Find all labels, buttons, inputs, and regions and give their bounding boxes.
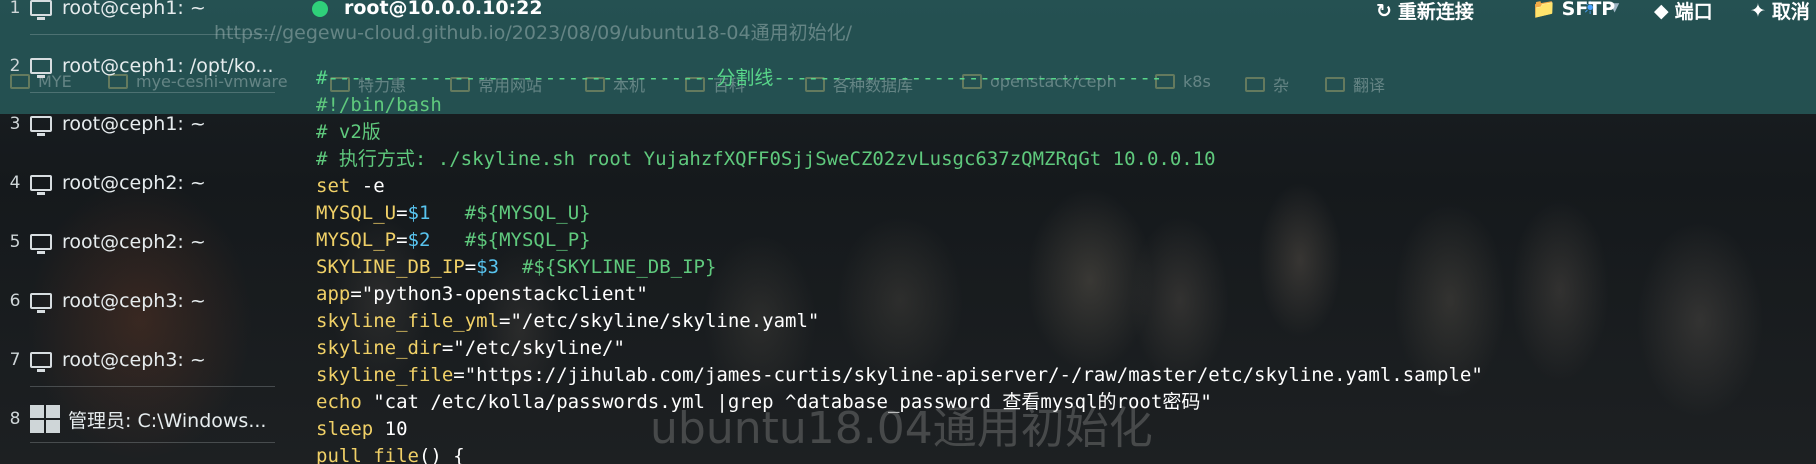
code-token: #${MYSQL_P} [464, 229, 591, 251]
browser-url: https://gegewu-cloud.github.io/2023/08/0… [214, 22, 853, 44]
terminal-line: MYSQL_U=$1 #${MYSQL_U} [316, 200, 1806, 227]
code-token: = [396, 202, 408, 224]
page-title-watermark: ubuntu18.04通用初始化 [650, 403, 1153, 454]
code-token: $2 [407, 229, 431, 251]
reconnect-button[interactable]: ↻ 重新连接 [1376, 0, 1474, 24]
refresh-icon: ↻ [1376, 0, 1392, 22]
code-token: 10 [373, 418, 408, 440]
code-token: $3 [476, 256, 500, 278]
cancel-button[interactable]: ✦ 取消 [1750, 0, 1810, 24]
session-title: root@10.0.0.10:22 [344, 0, 543, 19]
divider [30, 34, 275, 35]
code-token: #!/bin/bash [316, 94, 442, 116]
windows-icon [30, 405, 60, 433]
session-tab[interactable]: 2 root@ceph1: /opt/ko... [0, 46, 292, 86]
port-button[interactable]: ◆ 端口 [1654, 0, 1713, 24]
terminal-line: set -e [316, 173, 1806, 200]
terminal-line: #----------------------------------分割线--… [316, 65, 1806, 92]
monitor-icon [30, 234, 52, 254]
code-token: pull_file [316, 445, 419, 464]
code-token: "/etc/skyline/" [453, 337, 625, 359]
session-tab-list: 1 root@ceph1: ~ 2 root@ceph1: /opt/ko...… [0, 0, 292, 464]
code-token: -e [350, 175, 385, 197]
code-token: sleep [316, 418, 374, 440]
code-token: # 执行方式: ./skyline.sh root YujahzfXQFF0Sj… [316, 148, 1216, 170]
code-token: "python3-openstackclient" [361, 283, 648, 305]
terminal-line: SKYLINE_DB_IP=$3 #${SKYLINE_DB_IP} [316, 254, 1806, 281]
code-token: skyline_file_yml [316, 310, 500, 332]
code-token: echo [316, 391, 362, 413]
terminal-line: # v2版 [316, 119, 1806, 146]
terminal-line: skyline_file="https://jihulab.com/james-… [316, 362, 1806, 389]
pin-icon: ✦ [1750, 0, 1766, 22]
monitor-icon [30, 293, 52, 313]
code-token: app [316, 283, 351, 305]
code-token: = [453, 364, 465, 386]
code-token: = [499, 310, 511, 332]
terminal-line: #!/bin/bash [316, 92, 1806, 119]
session-tab[interactable]: 7 root@ceph3: ~ [0, 340, 292, 380]
session-tab[interactable]: 3 root@ceph1: ~ [0, 104, 292, 144]
session-tab[interactable]: 1 root@ceph1: ~ [0, 0, 292, 28]
session-tab[interactable]: 8 管理员: C:\Windows... [0, 399, 292, 439]
code-token: $1 [407, 202, 431, 224]
monitor-icon [30, 116, 52, 136]
code-token: #----------------------------------分割线--… [316, 67, 1163, 89]
code-token: MYSQL_U [316, 202, 397, 224]
terminal-line: skyline_dir="/etc/skyline/" [316, 335, 1806, 362]
monitor-icon [30, 352, 52, 372]
sftp-button[interactable]: 📁 SFTP [1532, 0, 1615, 20]
monitor-icon [30, 0, 52, 20]
terminal-line: # 执行方式: ./skyline.sh root YujahzfXQFF0Sj… [316, 146, 1806, 173]
code-token: "https://jihulab.com/james-curtis/skylin… [464, 364, 1483, 386]
code-token: = [350, 283, 362, 305]
folder-icon: 📁 [1532, 0, 1556, 20]
divider [30, 442, 275, 443]
code-token: MYSQL_P [316, 229, 397, 251]
divider [30, 386, 275, 387]
session-tab[interactable]: 5 root@ceph2: ~ [0, 222, 292, 262]
divider [30, 92, 275, 93]
code-token: "/etc/skyline/skyline.yaml" [510, 310, 820, 332]
code-token: set [316, 175, 351, 197]
session-tab[interactable]: 6 root@ceph3: ~ [0, 281, 292, 321]
monitor-icon [30, 175, 52, 195]
terminal-line: app="python3-openstackclient" [316, 281, 1806, 308]
monitor-icon [30, 58, 52, 78]
code-token: SKYLINE_DB_IP [316, 256, 465, 278]
port-icon: ◆ [1654, 0, 1669, 22]
terminal-line: MYSQL_P=$2 #${MYSQL_P} [316, 227, 1806, 254]
connection-status-icon [312, 1, 328, 17]
code-token: skyline_file [316, 364, 454, 386]
code-token: # v2版 [316, 121, 381, 143]
code-token: = [464, 256, 477, 278]
code-token: () { [418, 445, 465, 464]
code-token: = [441, 337, 454, 359]
code-token: = [396, 229, 408, 251]
terminal-header: root@10.0.0.10:22 ☀ ▼ ↻ 重新连接 📁 SFTP ◆ 端口 ✦ 取… [292, 0, 1816, 24]
code-token: #${MYSQL_U} [464, 202, 591, 224]
code-token: #${SKYLINE_DB_IP} [521, 256, 717, 278]
session-tab[interactable]: 4 root@ceph2: ~ [0, 163, 292, 203]
terminal-line: skyline_file_yml="/etc/skyline/skyline.y… [316, 308, 1806, 335]
code-token: skyline_dir [316, 337, 442, 359]
